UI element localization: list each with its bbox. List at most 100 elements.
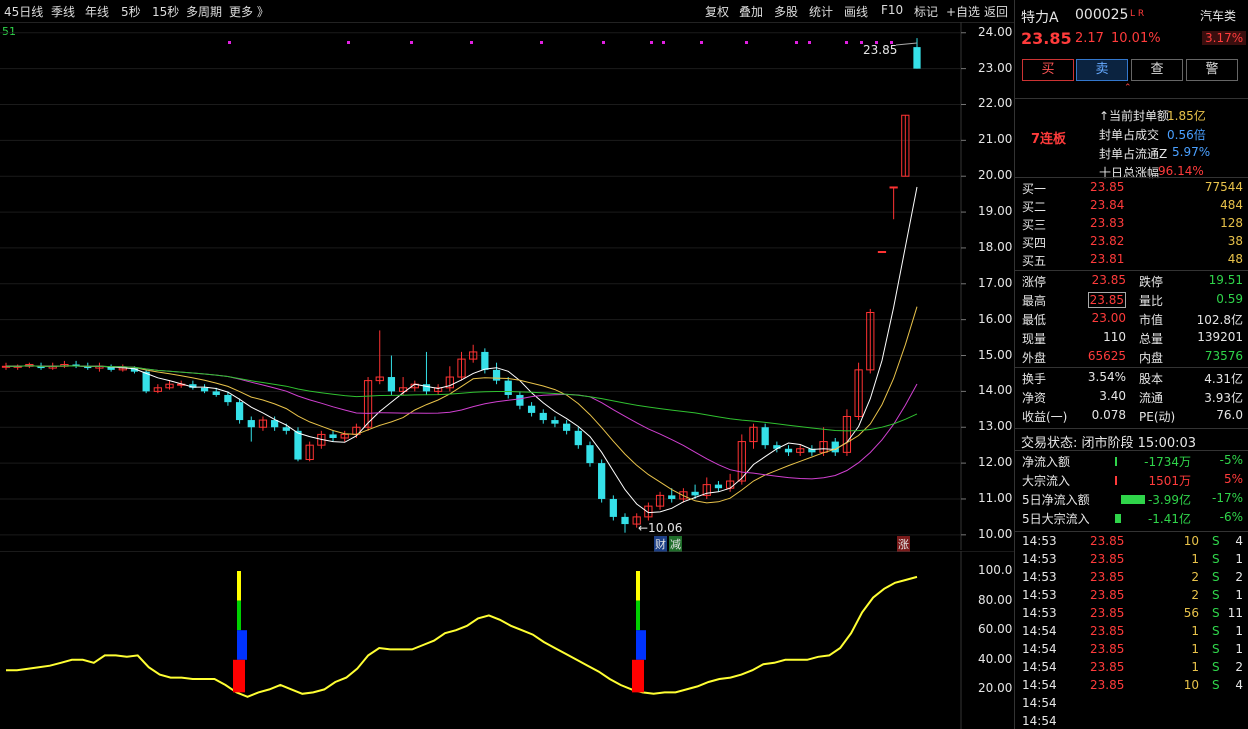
price-tick: 17.00	[978, 275, 1013, 290]
tick-time: 14:53	[1022, 570, 1057, 584]
limit-label: ↑当前封单额	[1099, 109, 1170, 123]
add-watchlist-button[interactable]: +自选	[946, 3, 980, 20]
tab-45day[interactable]: 45日线	[4, 3, 43, 20]
signal-dot	[662, 41, 665, 44]
event-zhang-badge[interactable]: 涨	[897, 536, 910, 552]
tick-price: 23.85	[1090, 570, 1125, 584]
tick-time: 14:53	[1022, 588, 1057, 602]
signal-bar-segment	[233, 659, 245, 693]
tick-volume: 2	[1191, 570, 1199, 584]
tick-count: 11	[1227, 606, 1243, 620]
low-price-label: ←10.06	[638, 521, 683, 535]
bid-volume: 77544	[1204, 180, 1243, 194]
tick-time: 14:53	[1022, 534, 1057, 548]
candle-body-down	[691, 491, 699, 496]
f10-button[interactable]: F10	[881, 3, 903, 17]
fund-label: 流通	[1139, 391, 1164, 405]
overlay-button[interactable]: 叠加	[739, 3, 763, 20]
tick-time: 14:54	[1022, 678, 1057, 692]
tick-count: 1	[1235, 552, 1243, 566]
mark-button[interactable]: 标记	[914, 3, 938, 20]
buy-button[interactable]: 买	[1022, 59, 1074, 81]
indicator-line	[6, 575, 918, 698]
candle-body-down	[714, 484, 723, 489]
signal-dot	[845, 41, 848, 44]
draw-line-button[interactable]: 画线	[844, 3, 868, 20]
bid-label: 买二	[1022, 200, 1047, 214]
collapse-icon[interactable]: ⌃	[1124, 83, 1132, 93]
flow-label: 大宗流入	[1022, 474, 1071, 488]
indicator-chart[interactable]	[0, 551, 1014, 729]
flow-bar	[1121, 495, 1145, 504]
quote-value: 19.51	[1208, 273, 1243, 287]
multi-stock-button[interactable]: 多股	[774, 3, 798, 20]
candle-body-down	[481, 351, 489, 370]
fund-value: 76.0	[1216, 408, 1243, 422]
bid-price: 23.85	[1090, 180, 1125, 194]
tab-multi-period[interactable]: 多周期	[186, 3, 222, 20]
tick-count: 2	[1235, 660, 1243, 674]
query-button[interactable]: 查	[1131, 59, 1183, 81]
tab-15sec[interactable]: 15秒	[152, 3, 179, 20]
event-jian-badge[interactable]: 减	[669, 536, 682, 552]
bid-price: 23.82	[1090, 234, 1125, 248]
signal-dot	[470, 41, 473, 44]
signal-dot	[745, 41, 748, 44]
signal-dot	[808, 41, 811, 44]
high-price-label: 23.85	[863, 43, 898, 57]
sector-name[interactable]: 汽车类	[1200, 7, 1236, 24]
chart-toolbar: 45日线 季线 年线 5秒 15秒 多周期 更多 》 复权 叠加 多股 统计 画…	[0, 0, 1014, 23]
flow-pct: -17%	[1211, 491, 1243, 505]
kline-chart-area[interactable]: 45日线 季线 年线 5秒 15秒 多周期 更多 》 复权 叠加 多股 统计 画…	[0, 0, 1014, 729]
tick-time: 14:54	[1022, 714, 1057, 728]
indicator-tick: 80.00	[978, 592, 1013, 607]
signal-bar-segment	[237, 600, 241, 631]
limit-value: 1.85亿	[1167, 109, 1206, 123]
event-cai-badge[interactable]: 财	[654, 536, 667, 552]
tick-time: 14:53	[1022, 552, 1057, 566]
quote-label: 量比	[1139, 294, 1164, 308]
flow-amount: -3.99亿	[1147, 493, 1191, 507]
flow-amount: -1.41亿	[1147, 512, 1191, 526]
tick-time: 14:54	[1022, 696, 1057, 710]
quote-value: 139201	[1197, 330, 1243, 344]
quote-label: 市值	[1139, 313, 1164, 327]
candle-body-down	[668, 495, 676, 499]
fund-value: 4.31亿	[1204, 372, 1243, 386]
signal-bar-segment	[237, 630, 247, 660]
signal-dot	[540, 41, 543, 44]
quote-label: 现量	[1022, 332, 1047, 346]
tab-quarter[interactable]: 季线	[51, 3, 75, 20]
statistics-button[interactable]: 统计	[809, 3, 833, 20]
tick-volume: 1	[1191, 642, 1199, 656]
back-button[interactable]: 返回	[984, 3, 1008, 20]
price-chart[interactable]	[0, 22, 1014, 550]
signal-dot	[602, 41, 605, 44]
bid-label: 买三	[1022, 218, 1047, 232]
tick-side: S	[1212, 624, 1220, 638]
candle-body-down	[504, 380, 512, 395]
candle-body-down	[551, 420, 559, 424]
alert-button[interactable]: 警	[1186, 59, 1238, 81]
tick-side: S	[1212, 678, 1220, 692]
candle-body-down	[574, 430, 582, 446]
restore-rights-button[interactable]: 复权	[705, 3, 729, 20]
tick-side: S	[1212, 534, 1220, 548]
tick-count: 4	[1235, 534, 1243, 548]
price-tick: 18.00	[978, 239, 1013, 254]
tick-price: 23.85	[1090, 588, 1125, 602]
tab-5sec[interactable]: 5秒	[121, 3, 141, 20]
limit-label: 十日总涨幅	[1099, 166, 1160, 180]
tab-year[interactable]: 年线	[85, 3, 109, 20]
ma10-line	[6, 306, 918, 504]
tick-side: S	[1212, 660, 1220, 674]
bid-volume: 38	[1227, 234, 1243, 248]
candle-body-down	[598, 463, 606, 499]
limit-board-count: 7连板	[1031, 132, 1067, 147]
sell-button[interactable]: 卖	[1076, 59, 1128, 81]
tab-more[interactable]: 更多 》	[229, 3, 269, 20]
tick-price: 23.85	[1090, 642, 1125, 656]
stock-tags: L R	[1130, 9, 1145, 19]
fund-value: 0.078	[1091, 408, 1126, 422]
bid-volume: 48	[1227, 252, 1243, 266]
